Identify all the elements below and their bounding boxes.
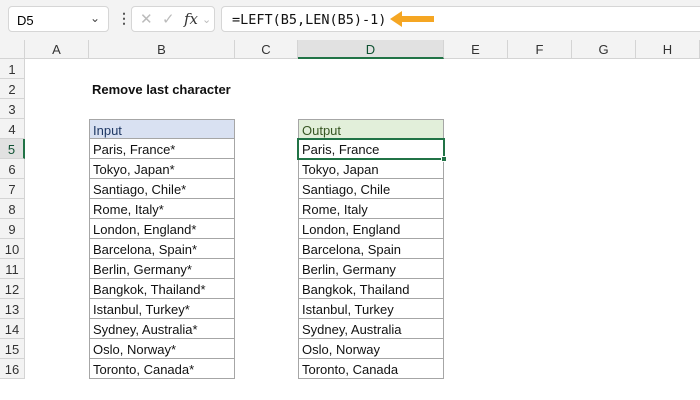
cancel-icon[interactable]: ✕: [140, 10, 153, 28]
row-header-3[interactable]: 3: [0, 99, 25, 119]
sheet-title: Remove last character: [92, 82, 231, 97]
output-cell[interactable]: Barcelona, Spain: [298, 239, 444, 259]
output-cell[interactable]: Oslo, Norway: [298, 339, 444, 359]
column-header-C[interactable]: C: [235, 40, 298, 59]
select-all-button[interactable]: [0, 40, 25, 59]
row-header-4[interactable]: 4: [0, 119, 25, 139]
column-header-H[interactable]: H: [636, 40, 700, 59]
name-box[interactable]: D5 ⌄: [8, 6, 109, 32]
input-cell[interactable]: Santiago, Chile*: [89, 179, 235, 199]
input-cell[interactable]: London, England*: [89, 219, 235, 239]
output-cell[interactable]: London, England: [298, 219, 444, 239]
fill-handle[interactable]: [441, 156, 447, 162]
row-header-12[interactable]: 12: [0, 279, 25, 299]
input-cell[interactable]: Barcelona, Spain*: [89, 239, 235, 259]
column-header-E[interactable]: E: [444, 40, 508, 59]
column-header-B[interactable]: B: [89, 40, 235, 59]
output-cell[interactable]: Istanbul, Turkey: [298, 299, 444, 319]
input-cell[interactable]: Rome, Italy*: [89, 199, 235, 219]
column-header-G[interactable]: G: [572, 40, 636, 59]
row-header-8[interactable]: 8: [0, 199, 25, 219]
row-header-14[interactable]: 14: [0, 319, 25, 339]
row-header-9[interactable]: 9: [0, 219, 25, 239]
output-cell[interactable]: Sydney, Australia: [298, 319, 444, 339]
output-cell[interactable]: Rome, Italy: [298, 199, 444, 219]
row-header-10[interactable]: 10: [0, 239, 25, 259]
name-box-value: D5: [17, 13, 34, 28]
chevron-down-icon[interactable]: ⌄: [90, 11, 100, 25]
formula-input[interactable]: =LEFT(B5,LEN(B5)-1): [221, 6, 700, 32]
input-cell[interactable]: Toronto, Canada*: [89, 359, 235, 379]
output-cell[interactable]: Toronto, Canada: [298, 359, 444, 379]
input-header[interactable]: Input: [89, 119, 235, 139]
output-header[interactable]: Output: [298, 119, 444, 139]
output-cell[interactable]: Berlin, Germany: [298, 259, 444, 279]
column-headers: ABCDEFGH: [0, 40, 700, 59]
row-header-6[interactable]: 6: [0, 159, 25, 179]
row-header-1[interactable]: 1: [0, 59, 25, 79]
more-options-icon[interactable]: ⋮: [117, 10, 131, 27]
input-cell[interactable]: Istanbul, Turkey*: [89, 299, 235, 319]
input-cell[interactable]: Bangkok, Thailand*: [89, 279, 235, 299]
row-header-16[interactable]: 16: [0, 359, 25, 379]
chevron-down-icon[interactable]: ⌄: [202, 13, 211, 26]
input-cell[interactable]: Tokyo, Japan*: [89, 159, 235, 179]
insert-function-icon[interactable]: fx: [184, 10, 198, 28]
input-cell[interactable]: Paris, France*: [89, 139, 235, 159]
row-header-15[interactable]: 15: [0, 339, 25, 359]
column-header-A[interactable]: A: [25, 40, 89, 59]
column-header-F[interactable]: F: [508, 40, 572, 59]
row-header-5[interactable]: 5: [0, 139, 25, 159]
output-cell[interactable]: Bangkok, Thailand: [298, 279, 444, 299]
row-header-7[interactable]: 7: [0, 179, 25, 199]
output-cell[interactable]: Tokyo, Japan: [298, 159, 444, 179]
formula-toolbar: D5 ⌄ ⋮ ✕ ✓ fx ⌄ =LEFT(B5,LEN(B5)-1): [0, 0, 700, 40]
confirm-icon[interactable]: ✓: [162, 10, 175, 28]
row-header-13[interactable]: 13: [0, 299, 25, 319]
input-cell[interactable]: Oslo, Norway*: [89, 339, 235, 359]
input-cell[interactable]: Sydney, Australia*: [89, 319, 235, 339]
row-header-2[interactable]: 2: [0, 79, 25, 99]
formula-buttons: ✕ ✓ fx ⌄: [131, 6, 215, 32]
column-header-D[interactable]: D: [298, 40, 444, 59]
output-cell[interactable]: Santiago, Chile: [298, 179, 444, 199]
arrow-icon: [390, 11, 434, 27]
input-cell[interactable]: Berlin, Germany*: [89, 259, 235, 279]
row-header-11[interactable]: 11: [0, 259, 25, 279]
active-cell-selection[interactable]: [297, 138, 447, 162]
